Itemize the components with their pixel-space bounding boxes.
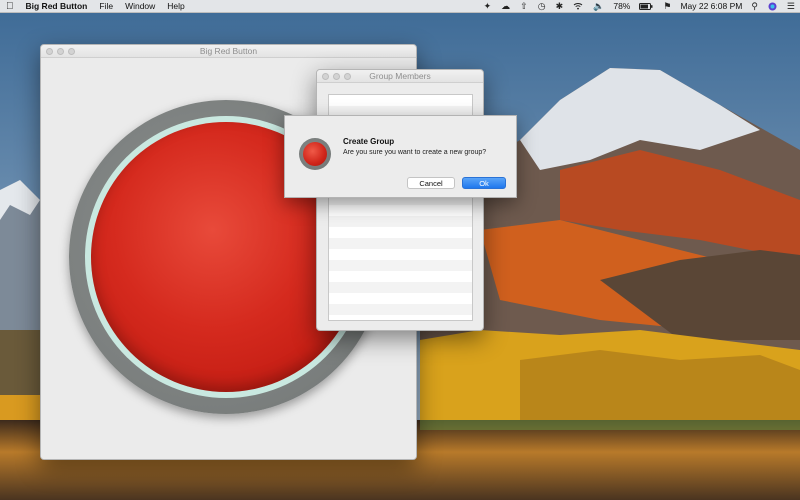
spotlight-search-icon[interactable]: ⚲ <box>746 0 763 13</box>
minimize-icon[interactable] <box>57 48 64 55</box>
main-window-title: Big Red Button <box>199 46 258 56</box>
list-row[interactable] <box>329 260 472 271</box>
close-icon[interactable] <box>322 73 329 80</box>
list-row[interactable] <box>329 271 472 282</box>
list-row[interactable] <box>329 216 472 227</box>
flag-icon[interactable]: ⚑ <box>658 0 676 13</box>
list-row[interactable] <box>329 304 472 315</box>
list-row[interactable] <box>329 238 472 249</box>
list-row[interactable] <box>329 282 472 293</box>
apple-icon[interactable]:  <box>0 0 20 13</box>
alert-title: Create Group <box>343 137 395 146</box>
time-machine-icon[interactable]: ◷ <box>533 0 551 13</box>
wifi-icon[interactable] <box>568 2 588 10</box>
battery-percent: 78% <box>613 0 631 11</box>
menu-help[interactable]: Help <box>161 0 190 13</box>
list-row[interactable] <box>329 95 472 106</box>
dropbox-icon[interactable]: ✦ <box>479 0 497 13</box>
main-window-titlebar[interactable]: Big Red Button <box>41 45 416 58</box>
battery-icon[interactable] <box>634 2 658 10</box>
big-red-button-app-icon <box>299 138 331 170</box>
menu-app-name[interactable]: Big Red Button <box>20 0 94 13</box>
menu-bar:  Big Red Button File Window Help ✦ ☁ ⇧ … <box>0 0 800 13</box>
cloud-icon[interactable]: ☁ <box>496 0 515 13</box>
menu-file[interactable]: File <box>93 0 119 13</box>
group-window-titlebar[interactable]: Group Members <box>317 70 483 83</box>
alert-message: Are you sure you want to create a new gr… <box>343 149 487 156</box>
bluetooth-icon[interactable]: ✱ <box>551 0 569 13</box>
menu-clock[interactable]: May 22 6:08 PM <box>676 0 746 13</box>
list-row[interactable] <box>329 249 472 260</box>
volume-icon[interactable]: 🔈 <box>588 0 609 13</box>
list-row[interactable] <box>329 205 472 216</box>
create-group-alert: Create Group Are you sure you want to cr… <box>284 115 517 198</box>
group-members-window: Group Members <box>316 69 484 331</box>
group-window-title: Group Members <box>369 71 431 81</box>
upload-icon[interactable]: ⇧ <box>515 0 533 13</box>
ok-button[interactable]: Ok <box>462 177 506 189</box>
zoom-icon[interactable] <box>344 73 351 80</box>
siri-icon[interactable] <box>763 2 782 11</box>
cancel-button[interactable]: Cancel <box>407 177 455 189</box>
minimize-icon[interactable] <box>333 73 340 80</box>
close-icon[interactable] <box>46 48 53 55</box>
app-icon-red-dome <box>303 142 327 166</box>
list-row[interactable] <box>329 293 472 304</box>
list-row[interactable] <box>329 227 472 238</box>
zoom-icon[interactable] <box>68 48 75 55</box>
menu-window[interactable]: Window <box>119 0 161 13</box>
notification-center-icon[interactable]: ☰ <box>782 0 800 13</box>
